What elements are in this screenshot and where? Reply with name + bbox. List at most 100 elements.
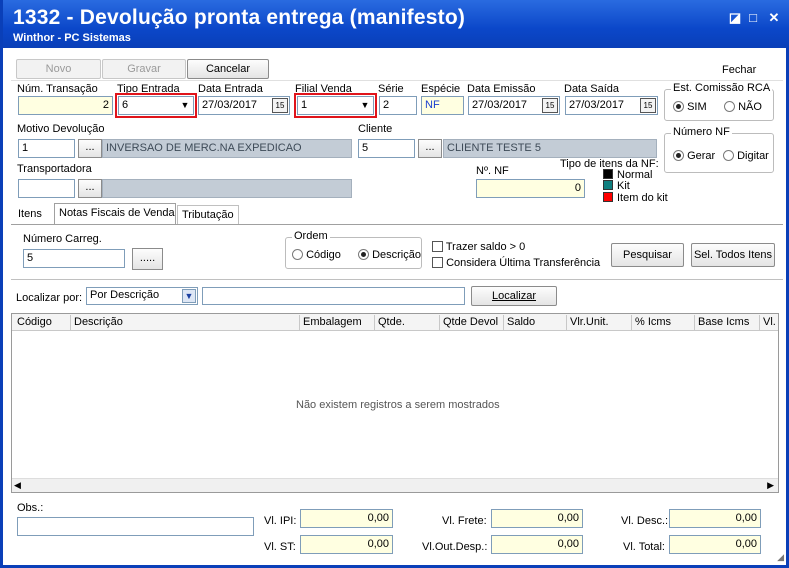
ordem-codigo-radio[interactable]: Código [292, 249, 341, 261]
motivo-search-button[interactable]: ... [78, 139, 102, 158]
num-carreg-search-button[interactable]: ..... [132, 248, 163, 270]
num-carreg-field[interactable]: 5 [23, 249, 125, 268]
legend-swatch [603, 192, 613, 202]
col-saldo[interactable]: Saldo [504, 315, 567, 331]
vl-ipi-label: Vl. IPI: [264, 515, 297, 527]
chevron-down-icon[interactable]: ▼ [182, 289, 196, 303]
localizar-por-label: Localizar por: [16, 292, 83, 304]
obs-field[interactable] [17, 517, 254, 536]
data-saida-label: Data Saída [564, 83, 620, 95]
col-embalagem[interactable]: Embalagem [300, 315, 375, 331]
data-entrada-field[interactable]: 27/03/2017 15 [198, 96, 290, 115]
especie-field[interactable]: NF [421, 96, 464, 115]
calendar-icon[interactable]: 15 [272, 98, 288, 113]
numero-nf-gerar-radio[interactable]: Gerar [673, 150, 715, 162]
localizar-por-select[interactable]: Por Descrição ▼ [86, 287, 198, 305]
tipo-entrada-select[interactable]: 6 ▼ [115, 93, 197, 118]
pesquisar-button[interactable]: Pesquisar [611, 243, 684, 267]
motivo-label: Motivo Devolução [17, 123, 105, 135]
data-saida-field[interactable]: 27/03/2017 15 [565, 96, 658, 115]
cancelar-button[interactable]: Cancelar [187, 59, 269, 79]
scroll-left-icon[interactable]: ◀ [14, 480, 21, 491]
filial-venda-value: 1 [301, 99, 308, 111]
legend-swatch [603, 180, 613, 190]
num-transacao-label: Núm. Transação [17, 83, 98, 95]
transportadora-label: Transportadora [17, 163, 92, 175]
tab-notas-fiscais[interactable]: Notas Fiscais de Venda [54, 203, 176, 225]
vl-outdesp-label: Vl.Out.Desp.: [422, 541, 488, 553]
col-qtde[interactable]: Qtde. [375, 315, 440, 331]
tab-tributacao[interactable]: Tributação [177, 205, 239, 224]
fechar-button[interactable]: Fechar [722, 64, 756, 76]
vl-ipi-field[interactable]: 0,00 [300, 509, 393, 528]
numero-nf-digitar-radio[interactable]: Digitar [723, 150, 769, 162]
nao-label: NÃO [738, 101, 762, 113]
legend-kit: Kit [603, 180, 630, 192]
trazer-saldo-checkbox[interactable]: Trazer saldo > 0 [432, 241, 525, 253]
est-comissao-nao-radio[interactable]: NÃO [724, 101, 762, 113]
est-comissao-group: Est. Comissão RCA SIM NÃO [664, 82, 774, 121]
motivo-code-field[interactable]: 1 [18, 139, 75, 158]
data-emissao-label: Data Emissão [467, 83, 536, 95]
localizar-por-value: Por Descrição [90, 289, 160, 301]
cliente-search-button[interactable]: ... [418, 139, 442, 158]
col-icms[interactable]: % Icms [632, 315, 695, 331]
num-transacao-field[interactable]: 2 [18, 96, 113, 115]
vl-st-label: Vl. ST: [264, 541, 296, 553]
legend-swatch [603, 169, 613, 179]
cliente-code-field[interactable]: 5 [358, 139, 415, 158]
vl-desc-field[interactable]: 0,00 [669, 509, 761, 528]
chevron-down-icon[interactable]: ▼ [178, 98, 192, 113]
scroll-right-icon[interactable]: ▶ [767, 480, 774, 491]
num-nf-label: Nº. NF [476, 165, 509, 177]
col-codigo[interactable]: Código [14, 315, 71, 331]
vl-st-field[interactable]: 0,00 [300, 535, 393, 554]
restore-icon[interactable]: ◪ [726, 9, 744, 27]
tab-itens[interactable]: Itens [14, 205, 46, 224]
tipo-entrada-value: 6 [122, 99, 129, 111]
vl-desc-label: Vl. Desc.: [621, 515, 669, 527]
vl-outdesp-field[interactable]: 0,00 [491, 535, 583, 554]
novo-button[interactable]: Novo [16, 59, 101, 79]
col-qtde-devol[interactable]: Qtde Devol [440, 315, 504, 331]
transportadora-search-button[interactable]: ... [78, 179, 102, 198]
main-window: 1332 - Devolução pronta entrega (manifes… [0, 0, 789, 568]
col-descricao[interactable]: Descrição [71, 315, 300, 331]
vl-frete-field[interactable]: 0,00 [491, 509, 583, 528]
localizar-button-label: Localizar [491, 290, 537, 302]
resize-grip-icon[interactable]: ◢ [777, 552, 784, 563]
window-title: 1332 - Devolução pronta entrega (manifes… [13, 6, 466, 29]
col-base-icms[interactable]: Base Icms [695, 315, 760, 331]
descricao-label: Descrição [372, 249, 421, 261]
horizontal-scrollbar[interactable]: ◀ ▶ [12, 478, 778, 492]
numero-nf-caption: Número NF [671, 126, 732, 138]
localizar-input[interactable] [202, 287, 465, 305]
trazer-saldo-label: Trazer saldo > 0 [445, 241, 526, 253]
transportadora-desc-field [102, 179, 352, 198]
close-icon[interactable]: ✕ [765, 9, 783, 27]
filial-venda-select[interactable]: 1 ▼ [294, 93, 377, 118]
vl-total-field[interactable]: 0,00 [669, 535, 761, 554]
data-emissao-value: 27/03/2017 [472, 99, 528, 111]
ordem-descricao-radio[interactable]: Descrição [358, 249, 421, 261]
chevron-down-icon[interactable]: ▼ [358, 98, 372, 113]
serie-field[interactable]: 2 [379, 96, 417, 115]
considera-checkbox[interactable]: Considera Última Transferência [432, 257, 600, 269]
col-vl[interactable]: Vl. [760, 315, 778, 331]
localizar-button[interactable]: Localizar [471, 286, 557, 306]
col-vlr-unit[interactable]: Vlr.Unit. [567, 315, 632, 331]
data-emissao-field[interactable]: 27/03/2017 15 [468, 96, 560, 115]
calendar-icon[interactable]: 15 [542, 98, 558, 113]
num-nf-field[interactable]: 0 [476, 179, 585, 198]
maximize-icon[interactable]: □ [744, 9, 762, 27]
ordem-caption: Ordem [292, 230, 330, 242]
empty-message: Não existem registros a serem mostrados [296, 399, 500, 411]
calendar-icon[interactable]: 15 [640, 98, 656, 113]
gravar-button[interactable]: Gravar [102, 59, 186, 79]
est-comissao-sim-radio[interactable]: SIM [673, 101, 707, 113]
digitar-label: Digitar [737, 150, 769, 162]
vl-total-label: Vl. Total: [623, 541, 665, 553]
sel-todos-button[interactable]: Sel. Todos Itens [691, 243, 775, 267]
window-subtitle: Winthor - PC Sistemas [13, 32, 131, 44]
transportadora-code-field[interactable] [18, 179, 75, 198]
